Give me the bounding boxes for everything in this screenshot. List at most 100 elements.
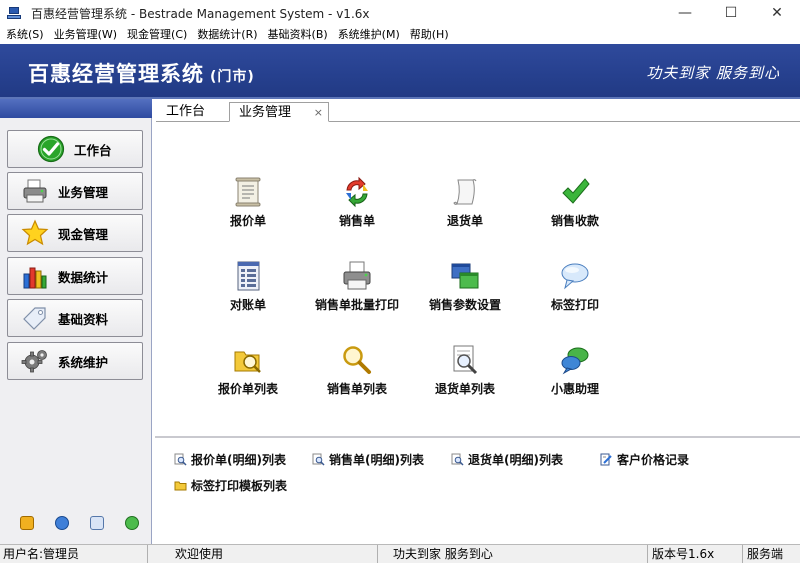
star-icon: [20, 218, 50, 248]
sidebar-item-workbench[interactable]: 工作台: [7, 130, 143, 168]
sidebar-item-cash[interactable]: 现金管理: [7, 214, 143, 252]
func-sales-settings[interactable]: 销售参数设置: [410, 260, 520, 313]
func-label: 销售单列表: [326, 382, 387, 396]
func-label: 对账单: [229, 298, 266, 312]
menu-maintenance[interactable]: 系统维护(M): [333, 26, 405, 44]
ledger-icon: [232, 260, 264, 292]
tab-label: 业务管理: [239, 105, 292, 120]
func-return-order[interactable]: 退货单: [410, 176, 520, 229]
func-sales-receipt[interactable]: 销售收款: [520, 176, 630, 229]
app-title: 百惠经营管理系统: [28, 62, 204, 86]
clock-icon[interactable]: [55, 516, 69, 530]
sidebar-item-label: 工作台: [74, 142, 112, 158]
sidebar-item-label: 基础资料: [58, 311, 109, 327]
link-quotation-detail-list[interactable]: 报价单(明细)列表: [174, 451, 286, 468]
link-label-template-list[interactable]: 标签打印模板列表: [174, 477, 287, 494]
func-label: 报价单列表: [217, 382, 278, 396]
func-sales-list[interactable]: 销售单列表: [302, 344, 412, 397]
func-statement[interactable]: 对账单: [193, 260, 303, 313]
status-bar: 用户名:管理员 欢迎使用 功夫到家 服务到心 版本号1.6x 服务端: [0, 544, 800, 563]
page-search-icon: [449, 344, 481, 376]
search-window-icon[interactable]: [90, 516, 104, 530]
sidebar-item-label: 数据统计: [58, 269, 109, 285]
return-paper-icon: [449, 176, 481, 208]
window-title: 百惠经营管理系统 - Bestrade Management System - …: [31, 6, 370, 21]
gear-icon: [20, 346, 50, 376]
bar-chart-icon: [20, 261, 50, 291]
banner-slogan: 功夫到家 服务到心: [646, 64, 780, 82]
tab-close-icon[interactable]: ×: [314, 103, 323, 123]
func-label: 小惠助理: [550, 382, 599, 396]
func-label-print[interactable]: 标签打印: [520, 260, 630, 313]
title-bar: 百惠经营管理系统 - Bestrade Management System - …: [0, 0, 800, 26]
printer-icon: [20, 176, 50, 206]
status-user: 用户名:管理员: [0, 545, 148, 563]
magnifier-icon: [341, 344, 373, 376]
key-icon[interactable]: [20, 516, 34, 530]
minimize-button[interactable]: —: [662, 0, 708, 26]
func-label: 销售单: [338, 214, 375, 228]
sidebar-item-basic-data[interactable]: 基础资料: [7, 299, 143, 337]
chat-bubbles-icon: [559, 344, 591, 376]
func-label: 标签打印: [550, 298, 599, 312]
menu-cash[interactable]: 现金管理(C): [122, 26, 192, 44]
search-doc-icon: [312, 453, 325, 466]
func-label: 销售收款: [550, 214, 599, 228]
link-label: 报价单(明细)列表: [191, 453, 286, 467]
check-circle-icon: [36, 134, 66, 164]
close-button[interactable]: ✕: [754, 0, 800, 26]
menu-basic-data[interactable]: 基础资料(B): [263, 26, 333, 44]
app-logo-icon: [7, 5, 23, 21]
menu-help[interactable]: 帮助(H): [405, 26, 454, 44]
globe-icon[interactable]: [125, 516, 139, 530]
sidebar: 工作台 业务管理 现金管理 数据统计 基础资料 系统维护: [0, 99, 152, 544]
app-edition: (门市): [210, 69, 255, 85]
sidebar-item-label: 现金管理: [58, 226, 109, 242]
status-slogan: 功夫到家 服务到心: [378, 545, 648, 563]
folder-icon: [174, 479, 187, 492]
func-label: 退货单列表: [434, 382, 495, 396]
search-doc-icon: [174, 453, 187, 466]
status-version: 版本号1.6x: [648, 545, 743, 563]
edit-doc-icon: [600, 453, 613, 466]
folder-search-icon: [232, 344, 264, 376]
menu-statistics[interactable]: 数据统计(R): [192, 26, 262, 44]
tag-icon: [20, 303, 50, 333]
func-quotation[interactable]: 报价单: [193, 176, 303, 229]
search-doc-icon: [451, 453, 464, 466]
sidebar-header: [0, 99, 152, 118]
tab-business[interactable]: 业务管理 ×: [229, 102, 329, 122]
link-label: 标签打印模板列表: [191, 479, 288, 493]
link-label: 退货单(明细)列表: [468, 453, 563, 467]
recycle-arrows-icon: [341, 176, 373, 208]
status-mode: 服务端: [747, 547, 784, 561]
window-settings-icon: [449, 260, 481, 292]
link-label: 客户价格记录: [617, 453, 690, 467]
func-label: 销售参数设置: [428, 298, 501, 312]
func-label: 退货单: [446, 214, 483, 228]
green-check-icon: [559, 176, 591, 208]
sidebar-toolbar: [0, 516, 152, 532]
link-sales-detail-list[interactable]: 销售单(明细)列表: [312, 451, 424, 468]
sidebar-item-label: 系统维护: [58, 354, 109, 370]
printer-icon: [341, 260, 373, 292]
func-return-list[interactable]: 退货单列表: [410, 344, 520, 397]
menu-system[interactable]: 系统(S): [0, 26, 49, 44]
app-name: 百惠经营管理系统 (门市): [28, 58, 255, 88]
link-return-detail-list[interactable]: 退货单(明细)列表: [451, 451, 563, 468]
status-welcome: 欢迎使用: [148, 545, 378, 563]
func-label: 销售单批量打印: [314, 298, 399, 312]
tab-workbench[interactable]: 工作台: [166, 102, 205, 122]
sidebar-item-statistics[interactable]: 数据统计: [7, 257, 143, 295]
func-label: 报价单: [229, 214, 266, 228]
maximize-button[interactable]: ☐: [708, 0, 754, 26]
sidebar-item-maintenance[interactable]: 系统维护: [7, 342, 143, 380]
func-batch-print[interactable]: 销售单批量打印: [302, 260, 412, 313]
link-customer-price-record[interactable]: 客户价格记录: [600, 451, 689, 468]
func-sales-order[interactable]: 销售单: [302, 176, 412, 229]
func-assistant[interactable]: 小惠助理: [520, 344, 630, 397]
sidebar-item-label: 业务管理: [58, 184, 109, 200]
menu-business[interactable]: 业务管理(W): [49, 26, 122, 44]
sidebar-item-business[interactable]: 业务管理: [7, 172, 143, 210]
func-quotation-list[interactable]: 报价单列表: [193, 344, 303, 397]
